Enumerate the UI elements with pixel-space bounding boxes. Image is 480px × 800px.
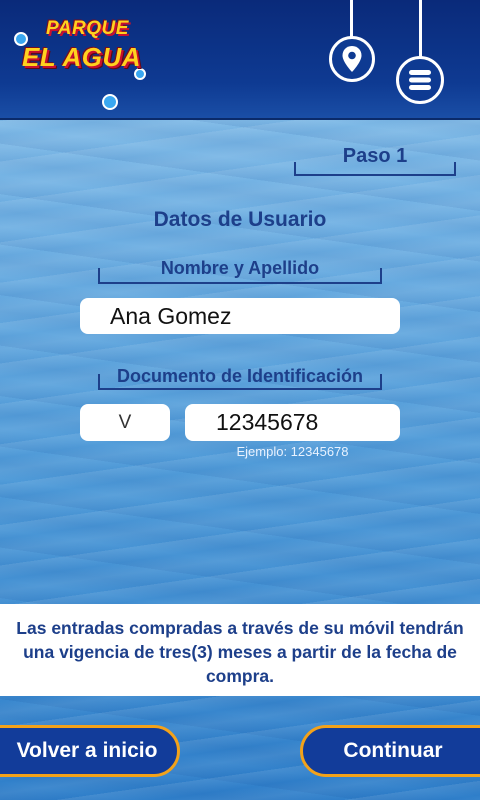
back-to-home-label: Volver a inicio: [16, 739, 158, 762]
step-bracket: [294, 162, 456, 176]
parque-el-agua-logo: PARQUE EL AGUA: [14, 12, 146, 110]
name-label-bracket: [98, 268, 382, 284]
document-hint: Ejemplo: 12345678: [236, 444, 349, 459]
document-label-bracket: [98, 374, 382, 390]
document-type-select[interactable]: V: [80, 404, 170, 441]
location-pin-icon: [342, 46, 362, 72]
menu-button[interactable]: [396, 56, 444, 104]
continue-label: Continuar: [343, 739, 443, 762]
validity-notice: Las entradas compradas a través de su mó…: [0, 604, 480, 696]
logo-top-text: PARQUE: [46, 18, 129, 39]
logo-main-text: EL AGUA: [22, 42, 142, 72]
location-hanger-line: [350, 0, 353, 40]
back-to-home-button[interactable]: Volver a inicio: [0, 725, 180, 777]
document-number-input[interactable]: 12345678: [185, 404, 400, 441]
form-title: Datos de Usuario: [153, 208, 327, 231]
app-header: PARQUE EL AGUA: [0, 0, 480, 120]
name-input[interactable]: Ana Gomez: [80, 298, 400, 334]
validity-notice-text: Las entradas compradas a través de su mó…: [16, 618, 464, 686]
logo-splash-drop: [102, 94, 118, 110]
menu-stack-icon: [409, 70, 431, 90]
location-button[interactable]: [329, 36, 375, 82]
document-type-value: V: [118, 411, 132, 433]
document-number-value: 12345678: [216, 409, 319, 435]
menu-hanger-line: [419, 0, 422, 58]
name-input-value: Ana Gomez: [110, 302, 232, 329]
continue-button[interactable]: Continuar: [300, 725, 480, 777]
